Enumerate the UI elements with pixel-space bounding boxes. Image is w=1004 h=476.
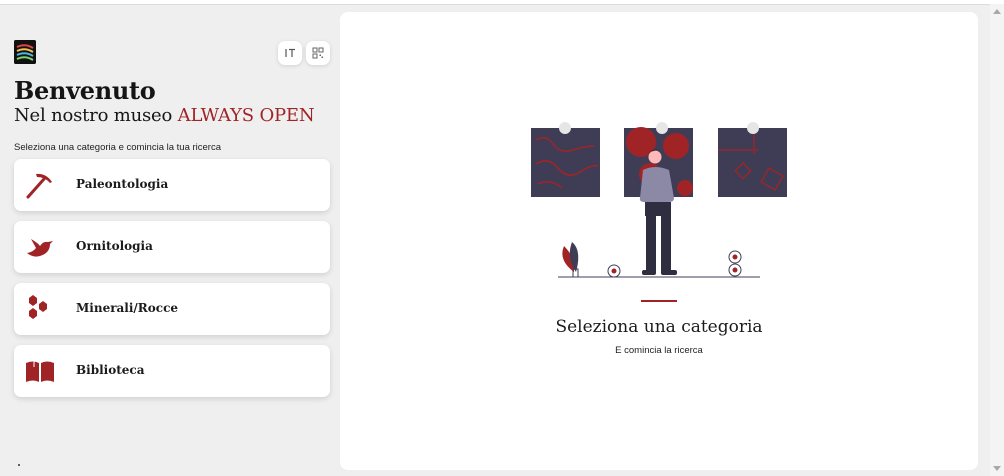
qr-code-icon [312, 47, 324, 59]
qr-code-button[interactable] [306, 41, 330, 65]
empty-state-title: Seleziona una categoria [555, 317, 763, 337]
empty-state-subtitle: E comincia la ricerca [615, 345, 703, 356]
page-scrollbar[interactable] [990, 4, 1004, 476]
accent-divider [641, 300, 677, 302]
subtitle-prefix: Nel nostro museo [14, 105, 178, 126]
category-card-minerali-rocce[interactable]: Minerali/Rocce [14, 283, 330, 335]
scroll-up-icon[interactable] [993, 9, 1001, 14]
text-size-button[interactable] [278, 41, 302, 65]
category-label: Paleontologia [76, 177, 169, 191]
subtitle-accent: ALWAYS OPEN [177, 105, 315, 126]
bird-icon [27, 239, 53, 257]
status-dot [18, 464, 20, 466]
text-size-icon [285, 48, 295, 57]
pickaxe-icon [26, 173, 52, 199]
open-book-icon [26, 361, 54, 382]
content-panel: Seleziona una categoria E comincia la ri… [340, 12, 978, 470]
category-card-paleontologia[interactable]: Paleontologia [14, 159, 330, 211]
category-label: Biblioteca [76, 363, 145, 377]
hexagons-icon [29, 295, 47, 319]
page-subtitle: Nel nostro museo ALWAYS OPEN [14, 105, 315, 126]
scroll-down-icon[interactable] [993, 466, 1001, 471]
category-card-biblioteca[interactable]: Biblioteca [14, 345, 330, 397]
category-card-ornitologia[interactable]: Ornitologia [14, 221, 330, 273]
museum-logo [14, 40, 36, 64]
museum-visitor-illustration [531, 122, 787, 278]
category-label: Ornitologia [76, 239, 153, 253]
category-label: Minerali/Rocce [76, 301, 179, 315]
page-title: Benvenuto [14, 76, 156, 105]
sidebar: Benvenuto Nel nostro museo ALWAYS OPEN S… [0, 4, 340, 476]
instruction-text: Seleziona una categoria e comincia la tu… [14, 142, 222, 153]
